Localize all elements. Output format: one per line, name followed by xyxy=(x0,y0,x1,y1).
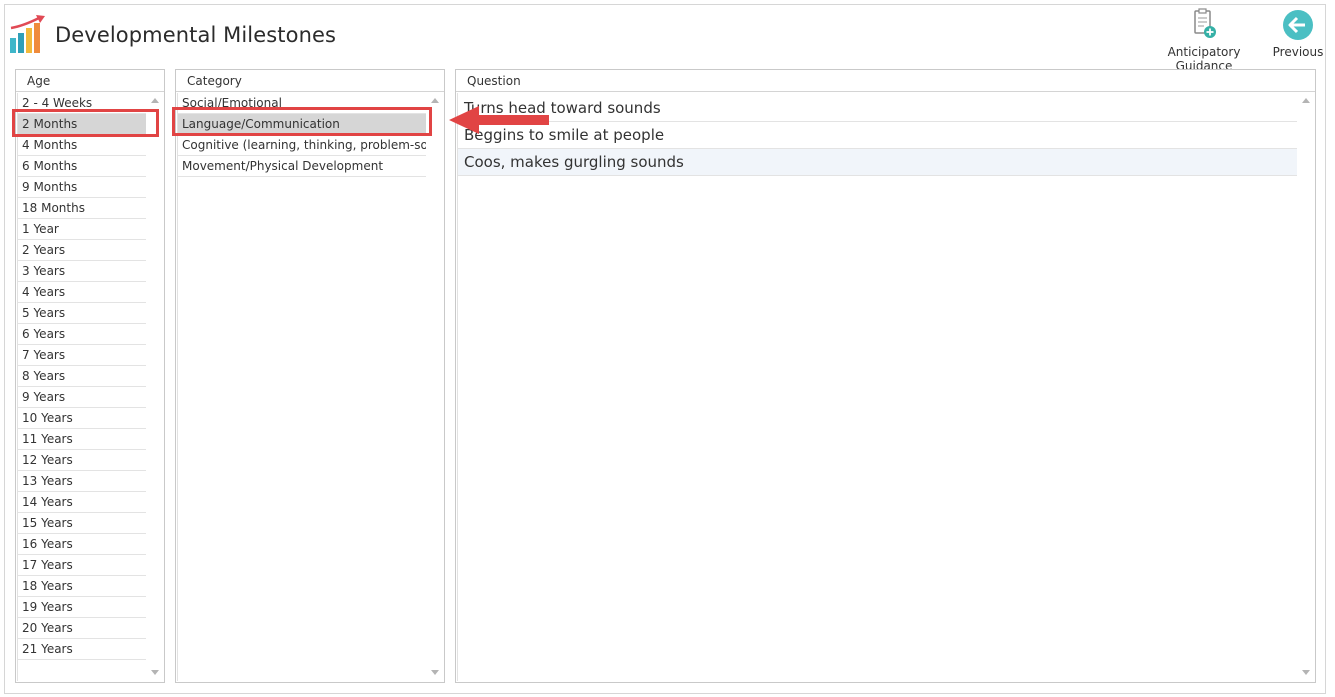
age-item[interactable]: 4 Months xyxy=(18,135,146,156)
age-item[interactable]: 15 Years xyxy=(18,513,146,534)
scroll-down-icon[interactable] xyxy=(431,670,439,675)
scroll-down-icon[interactable] xyxy=(1302,670,1310,675)
question-column-header: Question xyxy=(456,70,1315,92)
age-item[interactable]: 8 Years xyxy=(18,366,146,387)
question-item[interactable]: Turns head toward sounds xyxy=(458,95,1297,122)
age-item[interactable]: 13 Years xyxy=(18,471,146,492)
back-arrow-icon xyxy=(1283,10,1313,40)
age-panel: Age 2 - 4 Weeks 2 Months 4 Months 6 Mont… xyxy=(15,69,165,683)
anticipatory-guidance-button[interactable]: Anticipatory Guidance xyxy=(1143,8,1265,73)
bar-chart-growth-icon xyxy=(10,15,45,53)
document-add-icon xyxy=(1194,8,1216,38)
age-item[interactable]: 20 Years xyxy=(18,618,146,639)
age-list: 2 - 4 Weeks 2 Months 4 Months 6 Months 9… xyxy=(17,93,146,681)
age-item[interactable]: 16 Years xyxy=(18,534,146,555)
age-item[interactable]: 11 Years xyxy=(18,429,146,450)
age-item[interactable]: 6 Years xyxy=(18,324,146,345)
age-item[interactable]: 2 Years xyxy=(18,240,146,261)
scroll-up-icon[interactable] xyxy=(1302,98,1310,103)
age-item[interactable]: 19 Years xyxy=(18,597,146,618)
question-item[interactable]: Coos, makes gurgling sounds xyxy=(458,149,1297,176)
page-title: Developmental Milestones xyxy=(55,23,337,47)
age-item[interactable]: 5 Years xyxy=(18,303,146,324)
previous-button[interactable]: Previous xyxy=(1272,8,1324,59)
age-item-selected[interactable]: 2 Months xyxy=(18,114,146,135)
age-item[interactable]: 18 Years xyxy=(18,576,146,597)
age-item[interactable]: 12 Years xyxy=(18,450,146,471)
age-scrollbar[interactable] xyxy=(148,93,163,681)
age-item[interactable]: 3 Years xyxy=(18,261,146,282)
category-item-selected[interactable]: Language/Communication xyxy=(178,114,426,135)
category-item[interactable]: Social/Emotional xyxy=(178,93,426,114)
question-item[interactable]: Beggins to smile at people xyxy=(458,122,1297,149)
scroll-up-icon[interactable] xyxy=(151,98,159,103)
scroll-up-icon[interactable] xyxy=(431,98,439,103)
category-scrollbar[interactable] xyxy=(428,93,443,681)
question-list: Turns head toward sounds Beggins to smil… xyxy=(457,93,1297,681)
age-column-header: Age xyxy=(16,70,164,92)
category-panel: Category Social/Emotional Language/Commu… xyxy=(175,69,445,683)
category-item[interactable]: Cognitive (learning, thinking, problem-s… xyxy=(178,135,426,156)
age-item[interactable]: 10 Years xyxy=(18,408,146,429)
question-scrollbar[interactable] xyxy=(1299,93,1314,681)
age-item[interactable]: 14 Years xyxy=(18,492,146,513)
age-item[interactable]: 7 Years xyxy=(18,345,146,366)
category-item[interactable]: Movement/Physical Development xyxy=(178,156,426,177)
age-item[interactable]: 17 Years xyxy=(18,555,146,576)
previous-label: Previous xyxy=(1272,45,1324,59)
category-column-header: Category xyxy=(176,70,444,92)
age-item[interactable]: 4 Years xyxy=(18,282,146,303)
question-panel: Question Turns head toward sounds Beggin… xyxy=(455,69,1316,683)
age-item[interactable]: 6 Months xyxy=(18,156,146,177)
age-item[interactable]: 2 - 4 Weeks xyxy=(18,93,146,114)
category-list: Social/Emotional Language/Communication … xyxy=(177,93,426,681)
age-item[interactable]: 9 Months xyxy=(18,177,146,198)
age-item[interactable]: 9 Years xyxy=(18,387,146,408)
age-item[interactable]: 21 Years xyxy=(18,639,146,660)
age-item[interactable]: 1 Year xyxy=(18,219,146,240)
scroll-down-icon[interactable] xyxy=(151,670,159,675)
age-item[interactable]: 18 Months xyxy=(18,198,146,219)
